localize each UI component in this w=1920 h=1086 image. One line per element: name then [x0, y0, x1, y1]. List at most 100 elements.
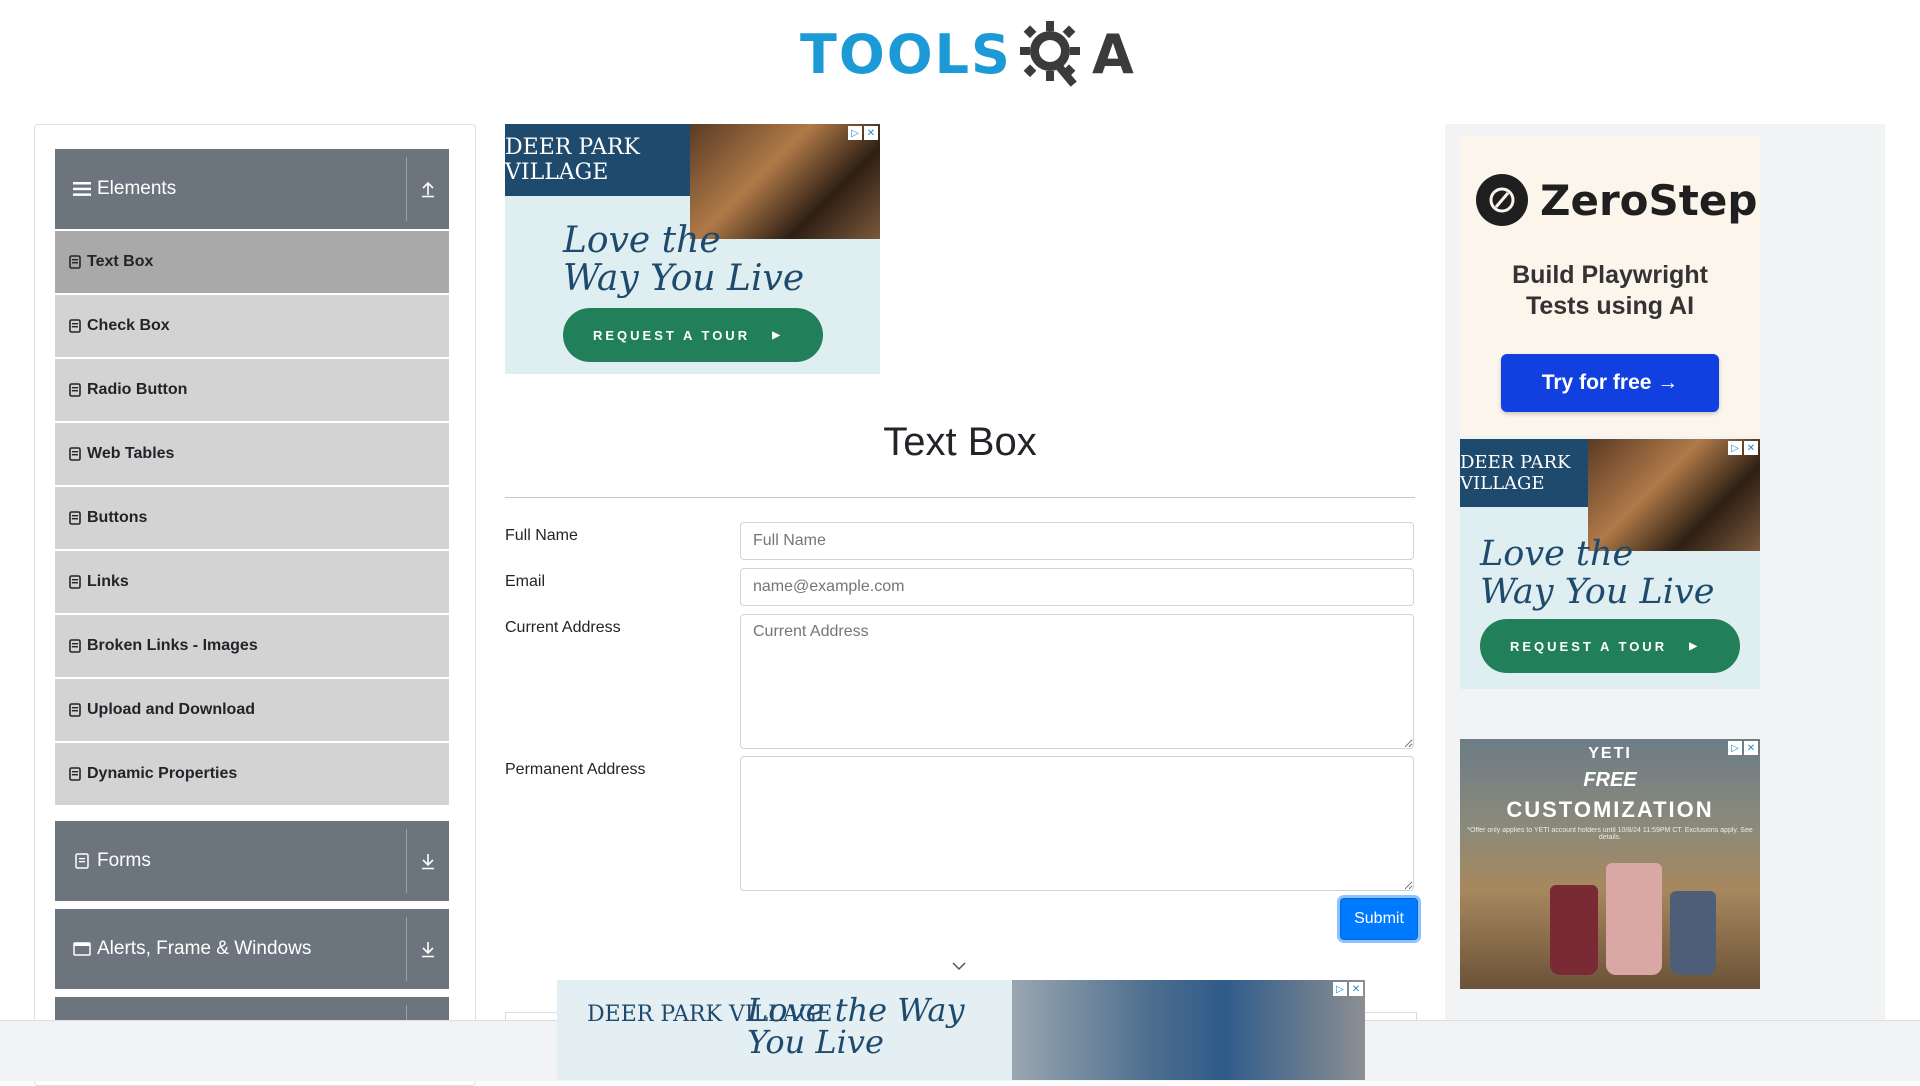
ad-headline-line1: Love the Way [747, 991, 965, 1029]
list-item-icon [69, 447, 81, 461]
menu-item-label: Web Tables [87, 445, 175, 462]
list-item-icon [69, 511, 81, 525]
adchoices-icon[interactable]: ▷ [848, 126, 862, 140]
hamburger-icon [73, 181, 91, 197]
yeti-headline: CUSTOMIZATION [1506, 797, 1714, 822]
sidebar-item-web-tables[interactable]: Web Tables [55, 423, 449, 485]
list-item-icon [69, 703, 81, 717]
permanent-address-textarea[interactable] [740, 756, 1414, 891]
ad-cta-label: REQUEST A TOUR [593, 327, 751, 343]
ad-photo [1012, 980, 1365, 1080]
sidebar: Elements Text Box Check Box Radio Button… [34, 124, 476, 1086]
ad-brand: DEER PARK VILLAGE [1460, 439, 1590, 507]
ad-headline-line1: Love the [1480, 534, 1634, 574]
collapse-arrow-icon[interactable] [407, 180, 449, 198]
ad-choices[interactable]: ▷ ✕ [1728, 441, 1758, 455]
ad-choices[interactable]: ▷ ✕ [1728, 741, 1758, 755]
group-label: Elements [97, 178, 177, 199]
ad-cta-button[interactable]: REQUEST A TOUR ▶ [563, 308, 823, 362]
list-item-icon [69, 383, 81, 397]
play-arrow-icon: ▶ [1689, 640, 1700, 652]
full-name-input[interactable] [740, 522, 1414, 560]
page-title: Text Box [883, 420, 1037, 464]
form-icon [73, 853, 91, 869]
menu-item-label: Buttons [87, 509, 148, 526]
yeti-free: FREE [1583, 769, 1637, 791]
adchoices-icon[interactable]: ▷ [1333, 982, 1347, 996]
zerostep-brand: ZeroStep [1476, 174, 1757, 226]
zerostep-brand-text: ZeroStep [1540, 175, 1758, 225]
list-item-icon [69, 255, 81, 269]
zerostep-line2: Tests using AI [1525, 292, 1695, 320]
sidebar-item-upload-and-download[interactable]: Upload and Download [55, 679, 449, 741]
yeti-brand: YETI [1588, 745, 1632, 762]
close-icon[interactable]: ✕ [1349, 982, 1363, 996]
sidebar-item-links[interactable]: Links [55, 551, 449, 613]
group-label: Forms [97, 850, 151, 871]
sidebar-item-dynamic-properties[interactable]: Dynamic Properties [55, 743, 449, 805]
ad-zerostep[interactable]: ZeroStep Build Playwright Tests using AI… [1460, 136, 1760, 436]
zerostep-logo-icon [1476, 174, 1528, 226]
ad-headline: Love the Way You Live [747, 994, 965, 1058]
ad-choices[interactable]: ▷ ✕ [1333, 982, 1363, 996]
elements-menu-list: Text Box Check Box Radio Button Web Tabl… [55, 231, 449, 807]
menu-item-label: Upload and Download [87, 701, 255, 718]
email-label: Email [505, 573, 546, 590]
ad-headline-line2: Way You Live [563, 258, 805, 299]
title-divider [505, 497, 1415, 498]
menu-item-label: Dynamic Properties [87, 765, 238, 782]
chevron-down-icon[interactable] [950, 960, 968, 972]
current-address-textarea[interactable] [740, 614, 1414, 749]
ad-cta-button[interactable]: REQUEST A TOUR ▶ [1480, 619, 1740, 673]
current-address-label: Current Address [505, 619, 621, 636]
menu-item-label: Check Box [87, 317, 170, 334]
adchoices-icon[interactable]: ▷ [1728, 741, 1742, 755]
logo-text-tools: TOOLS [800, 22, 1012, 86]
list-item-icon [69, 767, 81, 781]
ad-brand: DEER PARK VILLAGE [505, 124, 690, 196]
ad-headline-line2: Way You Live [1480, 572, 1715, 612]
close-icon[interactable]: ✕ [1744, 441, 1758, 455]
sidebar-item-buttons[interactable]: Buttons [55, 487, 449, 549]
play-arrow-icon: ▶ [772, 329, 783, 341]
ad-banner-top[interactable]: DEER PARK VILLAGE Love the Way You Live … [505, 124, 880, 374]
ad-yeti[interactable]: YETI FREE CUSTOMIZATION *Offer only appl… [1460, 739, 1760, 989]
expand-arrow-icon[interactable] [407, 940, 449, 958]
list-item-icon [69, 319, 81, 333]
group-label: Alerts, Frame & Windows [97, 938, 312, 959]
ad-headline-line2: You Live [747, 1023, 884, 1061]
zerostep-line1: Build Playwright [1512, 261, 1708, 289]
ad-choices[interactable]: ▷ ✕ [848, 126, 878, 140]
sidebar-item-radio-button[interactable]: Radio Button [55, 359, 449, 421]
sidebar-group-alerts-frame-windows[interactable]: Alerts, Frame & Windows [55, 909, 449, 989]
ad-cta-label: REQUEST A TOUR [1510, 638, 1668, 654]
list-item-icon [69, 639, 81, 653]
full-name-label: Full Name [505, 527, 578, 544]
expand-arrow-icon[interactable] [407, 852, 449, 870]
menu-item-label: Links [87, 573, 129, 590]
adchoices-icon[interactable]: ▷ [1728, 441, 1742, 455]
ad-banner-right[interactable]: DEER PARK VILLAGE Love the Way You Live … [1460, 439, 1760, 689]
list-item-icon [69, 575, 81, 589]
logo-text-qa: A [1091, 22, 1134, 86]
sidebar-item-text-box[interactable]: Text Box [55, 231, 449, 293]
submit-button[interactable]: Submit [1340, 898, 1418, 940]
window-icon [73, 941, 91, 957]
ad-headline: Love the Way You Live [1480, 535, 1714, 611]
yeti-fine-print: *Offer only applies to YETI account hold… [1467, 827, 1753, 841]
sidebar-group-elements[interactable]: Elements [55, 149, 449, 229]
permanent-address-label: Permanent Address [505, 761, 646, 778]
try-for-free-button[interactable]: Try for free → [1501, 354, 1719, 412]
close-icon[interactable]: ✕ [1744, 741, 1758, 755]
email-input[interactable] [740, 568, 1414, 606]
menu-item-label: Text Box [87, 253, 154, 270]
close-icon[interactable]: ✕ [864, 126, 878, 140]
toolsqa-logo[interactable]: TOOLS A [800, 14, 1134, 94]
tumbler-image [1550, 885, 1598, 975]
sidebar-item-broken-links-images[interactable]: Broken Links - Images [55, 615, 449, 677]
tumbler-image [1606, 863, 1662, 975]
tumbler-image [1670, 891, 1716, 975]
sidebar-group-forms[interactable]: Forms [55, 821, 449, 901]
ad-banner-bottom[interactable]: DEER PARK VILLAGE Love the Way You Live … [557, 980, 1365, 1080]
sidebar-item-check-box[interactable]: Check Box [55, 295, 449, 357]
